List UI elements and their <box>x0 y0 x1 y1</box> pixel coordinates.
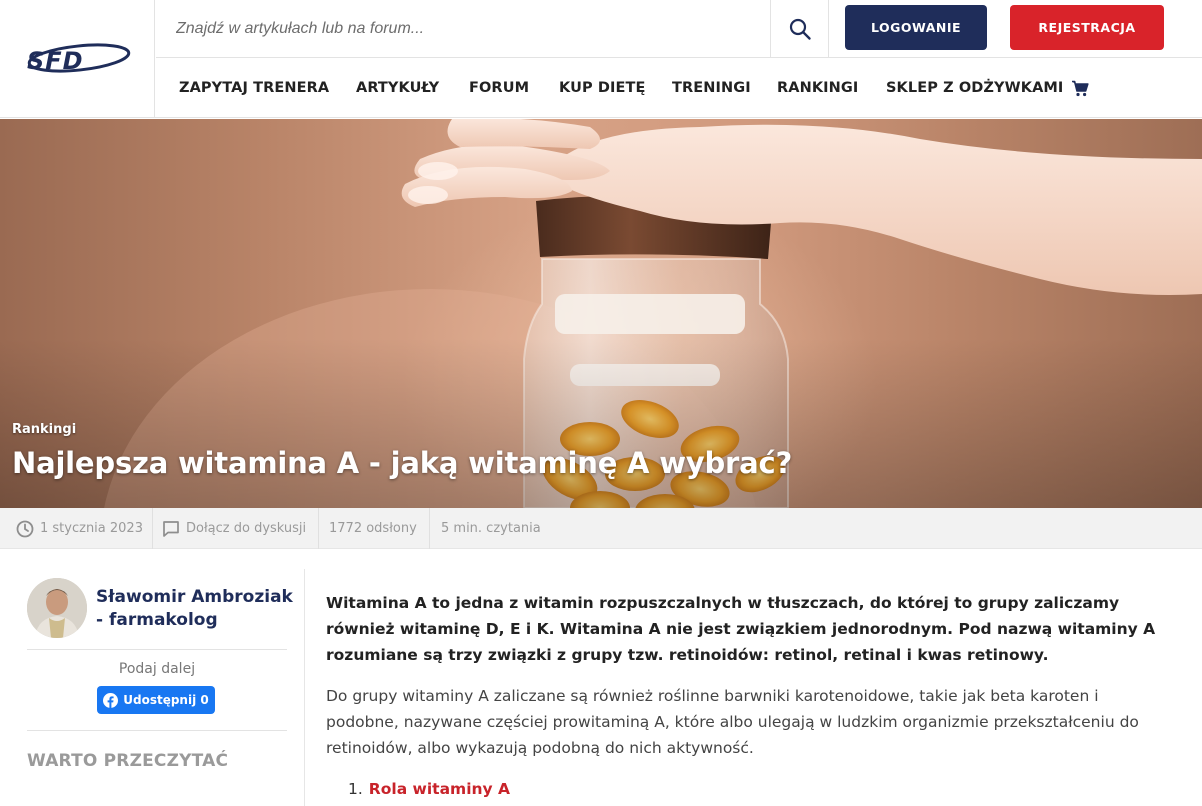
clock-icon <box>16 520 34 538</box>
divider <box>27 649 287 650</box>
join-discussion-link[interactable]: Dołącz do dyskusji <box>162 508 306 549</box>
author-name-link[interactable]: Sławomir Ambroziak - farmakolog <box>96 586 296 632</box>
recommended-heading: WARTO PRZECZYTAĆ <box>27 751 229 771</box>
meta-discussion-text: Dołącz do dyskusji <box>186 521 307 536</box>
facebook-share-button[interactable]: Udostępnij 0 <box>97 686 215 714</box>
share-label: Podaj dalej <box>118 661 196 677</box>
search-button[interactable] <box>770 0 829 57</box>
article-lead: Witamina A to jedna z witamin rozpuszcza… <box>326 594 1156 664</box>
svg-text:SFD: SFD <box>27 47 84 75</box>
nav-item-label: TRENINGI <box>672 80 751 96</box>
article-paragraph: Do grupy witaminy A zaliczane są również… <box>326 687 1139 757</box>
meta-views: 1772 odsłony <box>329 521 417 536</box>
divider <box>27 730 287 731</box>
article-meta-bar: 1 stycznia 2023 Dołącz do dyskusji 1772 … <box>0 508 1202 549</box>
divider <box>152 508 153 549</box>
nav-item-label: RANKINGI <box>777 80 859 96</box>
nav-item-label: ARTYKUŁY <box>356 80 440 96</box>
search-icon <box>789 18 811 40</box>
meta-read-time: 5 min. czytania <box>441 521 541 536</box>
hero-shade <box>0 338 1202 508</box>
nav-item-forum[interactable]: FORUM <box>469 58 529 118</box>
search-row: LOGOWANIE REJESTRACJA <box>156 0 1202 58</box>
search-input[interactable] <box>156 0 770 57</box>
nav-item-treningi[interactable]: TRENINGI <box>672 58 751 118</box>
toc-item: 1. Rola witaminy A <box>348 780 510 798</box>
divider <box>318 508 319 549</box>
nav-item-kup-diete[interactable]: KUP DIETĘ <box>559 58 645 118</box>
article-title: Najlepsza witamina A - jaką witaminę A w… <box>12 446 793 480</box>
nav-item-artykuly[interactable]: ARTYKUŁY <box>356 58 439 118</box>
toc-number: 1. <box>348 780 363 798</box>
cart-icon <box>1071 80 1090 97</box>
facebook-icon <box>103 692 119 708</box>
author-avatar[interactable] <box>27 578 87 638</box>
nav-item-label: FORUM <box>469 80 530 96</box>
nav-item-label: ZAPYTAJ TRENERA <box>179 80 330 96</box>
author-role: - farmakolog <box>96 610 218 630</box>
nav-item-zapytaj-trenera[interactable]: ZAPYTAJ TRENERA <box>179 58 329 118</box>
toc-link[interactable]: Rola witaminy A <box>369 780 510 798</box>
main-nav: ZAPYTAJ TRENERA ARTYKUŁY FORUM KUP DIETĘ… <box>156 58 1202 118</box>
meta-date-text: 1 stycznia 2023 <box>40 521 143 536</box>
divider <box>429 508 430 549</box>
article-category-link[interactable]: Rankingi <box>12 422 76 437</box>
meta-date: 1 stycznia 2023 <box>16 508 143 549</box>
hero-image: Rankingi Najlepsza witamina A - jaką wit… <box>0 119 1202 508</box>
login-button[interactable]: LOGOWANIE <box>845 5 987 50</box>
nav-item-label: KUP DIETĘ <box>559 80 646 96</box>
logo-link[interactable]: SFD <box>0 0 155 118</box>
comment-icon <box>162 520 180 538</box>
table-of-contents: 1. Rola witaminy A <box>348 780 510 798</box>
site-header: SFD LOGOWANIE REJESTRACJA ZAPYTAJ TRENER… <box>0 0 1202 118</box>
nav-item-sklep[interactable]: SKLEP Z ODŻYWKAMI <box>886 58 1090 118</box>
article-sidebar: Sławomir Ambroziak - farmakolog Podaj da… <box>0 569 305 806</box>
sfd-logo: SFD <box>27 43 131 75</box>
author-name: Sławomir Ambroziak <box>96 587 293 607</box>
nav-item-label: SKLEP Z ODŻYWKAMI <box>886 80 1064 96</box>
facebook-share-label: Udostępnij 0 <box>123 693 209 707</box>
register-button[interactable]: REJESTRACJA <box>1010 5 1164 50</box>
nav-item-rankingi[interactable]: RANKINGI <box>777 58 858 118</box>
